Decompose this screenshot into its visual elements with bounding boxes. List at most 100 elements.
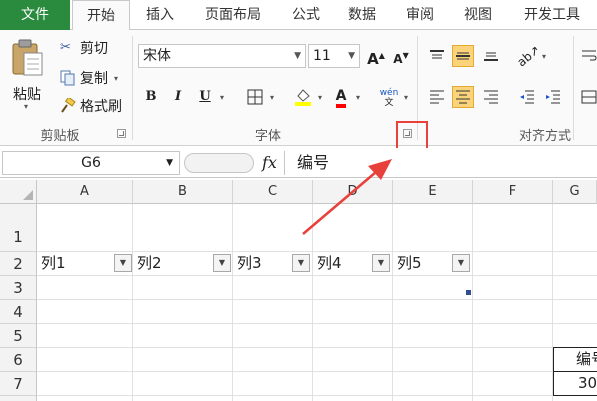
underline-button[interactable]: U: [194, 86, 216, 108]
row-header-2[interactable]: 2: [0, 252, 37, 276]
bold-button[interactable]: B: [140, 86, 162, 108]
formula-input[interactable]: 编号: [284, 151, 597, 175]
tab-formulas[interactable]: 公式: [280, 0, 332, 30]
insert-function-icon[interactable]: fx: [262, 153, 277, 172]
font-size-select[interactable]: 11 ▼: [308, 44, 360, 68]
align-middle-button[interactable]: [452, 45, 474, 67]
formula-bar: G6 ▼ fx 编号: [0, 148, 597, 178]
row-header-7[interactable]: 7: [0, 372, 37, 396]
filter-dropdown-icon[interactable]: ▼: [372, 254, 390, 272]
table-header-cell[interactable]: 列1: [37, 251, 66, 275]
fill-color-button[interactable]: [292, 86, 314, 108]
align-bottom-icon: [484, 52, 498, 61]
align-right-button[interactable]: [480, 86, 502, 108]
gridline: [37, 323, 597, 324]
text-angle-icon: ab↗: [514, 42, 543, 70]
chevron-down-icon: ▼: [348, 51, 355, 61]
align-left-button[interactable]: [426, 86, 448, 108]
decrease-indent-icon: [520, 90, 534, 104]
filter-dropdown-icon[interactable]: ▼: [213, 254, 231, 272]
gridline: [37, 347, 597, 348]
increase-indent-button[interactable]: [542, 86, 564, 108]
table-header-cell[interactable]: 列5: [393, 251, 422, 275]
cut-button[interactable]: ✂ 剪切: [60, 38, 108, 58]
column-header-b[interactable]: B: [133, 180, 233, 204]
filter-dropdown-icon[interactable]: ▼: [114, 254, 132, 272]
phonetic-button[interactable]: wén 文: [378, 86, 400, 108]
orientation-button[interactable]: ab↗: [514, 43, 542, 70]
chevron-down-icon[interactable]: ▾: [270, 93, 274, 102]
row-header-4[interactable]: 4: [0, 300, 37, 324]
chevron-down-icon: ▼: [166, 158, 173, 168]
font-color-button[interactable]: A: [330, 86, 352, 108]
tab-developer[interactable]: 开发工具: [510, 0, 594, 30]
grow-font-button[interactable]: A▲: [365, 45, 387, 68]
format-painter-label: 格式刷: [80, 99, 122, 115]
align-top-button[interactable]: [426, 45, 448, 67]
tab-file[interactable]: 文件: [0, 0, 70, 30]
tab-view[interactable]: 视图: [452, 0, 504, 30]
column-header-a[interactable]: A: [37, 180, 133, 204]
font-size-value: 11: [313, 48, 331, 64]
phonetic-icon: wén 文: [379, 88, 399, 108]
tab-home[interactable]: 开始: [72, 0, 130, 31]
font-name-select[interactable]: 宋体 ▼: [138, 44, 306, 68]
table-header-cell[interactable]: 列4: [313, 251, 342, 275]
row-header-6[interactable]: 6: [0, 348, 37, 372]
column-header-c[interactable]: C: [233, 180, 313, 204]
row-header-5[interactable]: 5: [0, 324, 37, 348]
cell-g7-value: 30: [578, 374, 597, 392]
tab-review[interactable]: 审阅: [394, 0, 446, 30]
chevron-down-icon[interactable]: ▾: [318, 93, 322, 102]
chevron-down-icon[interactable]: ▾: [542, 52, 546, 61]
filter-dropdown-icon[interactable]: ▼: [452, 254, 470, 272]
paste-label: 粘贴: [13, 87, 41, 103]
filter-dropdown-icon[interactable]: ▼: [292, 254, 310, 272]
paste-button[interactable]: 粘贴 ▾: [6, 36, 50, 116]
copy-button[interactable]: 复制 ▾: [60, 68, 118, 88]
column-header-g[interactable]: G: [553, 180, 597, 204]
gridline: [37, 395, 597, 396]
decrease-indent-button[interactable]: [516, 86, 538, 108]
chevron-down-icon: ▾: [24, 102, 29, 111]
chevron-down-icon[interactable]: ▾: [404, 93, 408, 102]
cell-g6[interactable]: 编号: [553, 347, 597, 372]
align-center-button[interactable]: [452, 86, 474, 108]
clipboard-launcher-icon[interactable]: [117, 129, 126, 138]
format-painter-button[interactable]: 格式刷: [60, 96, 122, 116]
chevron-down-icon: ▼: [294, 51, 301, 61]
border-grid-icon: [247, 89, 263, 105]
brush-icon: [61, 98, 76, 113]
column-header-f[interactable]: F: [473, 180, 553, 204]
borders-button[interactable]: [244, 86, 266, 108]
column-header-d[interactable]: D: [313, 180, 393, 204]
select-all-corner[interactable]: [0, 180, 37, 204]
merge-button[interactable]: [578, 86, 597, 108]
chevron-down-icon[interactable]: ▾: [220, 93, 224, 102]
table-resize-handle[interactable]: [466, 290, 471, 295]
name-box[interactable]: G6 ▼: [2, 151, 180, 175]
chevron-down-icon[interactable]: ▾: [356, 93, 360, 102]
table-header-cell[interactable]: 列2: [133, 251, 162, 275]
wrap-text-button[interactable]: [578, 45, 597, 67]
row-header-3[interactable]: 3: [0, 276, 37, 300]
align-bottom-button[interactable]: [480, 45, 502, 67]
tab-page-layout[interactable]: 页面布局: [190, 0, 276, 30]
wrap-text-icon: [582, 50, 597, 61]
shrink-font-icon: A: [393, 52, 403, 66]
italic-button[interactable]: I: [167, 86, 189, 108]
shrink-font-button[interactable]: A▼: [390, 45, 412, 67]
column-header-e[interactable]: E: [393, 180, 473, 204]
tab-data[interactable]: 数据: [336, 0, 388, 30]
font-group-label: 字体: [254, 129, 281, 144]
table-header-cell[interactable]: 列3: [233, 251, 262, 275]
row-header-8[interactable]: [0, 396, 37, 401]
worksheet-grid: A B C D E F G 1 2 3 4 5 6 7 列1 ▼ 列2 ▼ 列3…: [0, 180, 597, 401]
row-header-1[interactable]: 1: [0, 204, 37, 252]
cell-g7[interactable]: 30: [553, 371, 597, 396]
scissors-icon: ✂: [60, 40, 71, 55]
gridline: [37, 275, 597, 276]
tab-insert[interactable]: 插入: [134, 0, 186, 30]
formula-bar-toggle[interactable]: [184, 153, 254, 173]
clipboard-icon: [12, 39, 43, 76]
